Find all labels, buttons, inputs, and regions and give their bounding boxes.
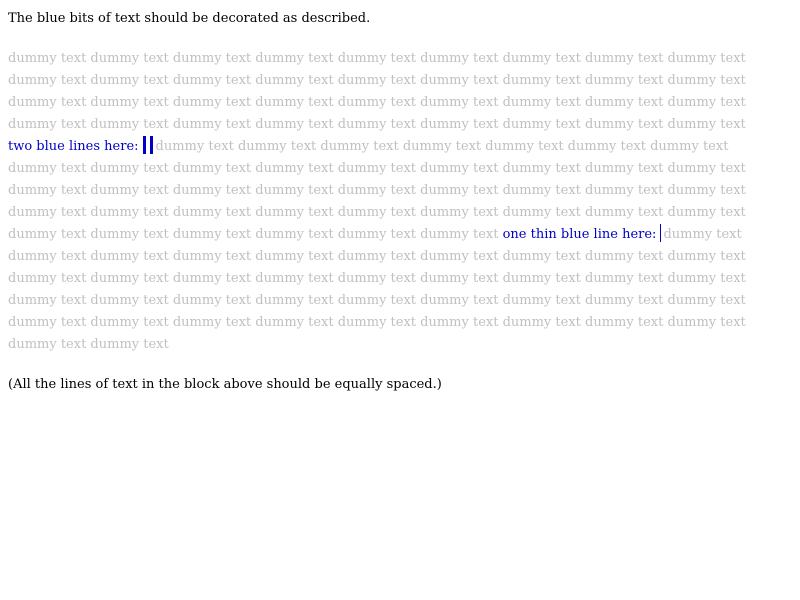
dummy-line: dummy text dummy text dummy text dummy t…	[8, 271, 746, 286]
dummy-line: dummy text dummy text dummy text dummy t…	[8, 249, 746, 264]
thin-blue-bar-decoration	[660, 224, 662, 242]
two-blue-lines-label: two blue lines here:	[8, 139, 139, 154]
dummy-line: dummy text dummy text dummy text dummy t…	[8, 205, 746, 220]
dummy-text-after-double-bar: dummy text dummy text dummy text dummy t…	[155, 139, 729, 154]
two-blue-lines-line: two blue lines here: dummy text dummy tex…	[8, 136, 776, 158]
intro-text: The blue bits of text should be decorate…	[8, 11, 371, 26]
dummy-line: dummy text dummy text dummy text dummy t…	[8, 293, 746, 308]
dummy-line: dummy text dummy text dummy text dummy t…	[8, 183, 746, 198]
one-thin-blue-line-label: one thin blue line here:	[502, 227, 657, 242]
outro-text: (All the lines of text in the block abov…	[8, 377, 442, 392]
dummy-line: dummy text dummy text dummy text dummy t…	[8, 51, 746, 66]
dummy-line-last: dummy text dummy text	[8, 337, 169, 352]
dummy-text-after-thin-bar: dummy text	[663, 227, 742, 242]
dummy-line: dummy text dummy text dummy text dummy t…	[8, 95, 746, 110]
dummy-line: dummy text dummy text dummy text dummy t…	[8, 117, 746, 132]
test-page: The blue bits of text should be decorate…	[8, 9, 776, 395]
double-blue-bar-decoration	[142, 136, 153, 154]
dummy-line: dummy text dummy text dummy text dummy t…	[8, 161, 746, 176]
dummy-line: dummy text dummy text dummy text dummy t…	[8, 73, 746, 88]
dummy-line: dummy text dummy text dummy text dummy t…	[8, 315, 746, 330]
dummy-text-block: dummy text dummy text dummy text dummy t…	[8, 48, 776, 356]
dummy-text-before-thin-bar: dummy text dummy text dummy text dummy t…	[8, 227, 503, 242]
one-blue-line-line: dummy text dummy text dummy text dummy t…	[8, 224, 776, 246]
